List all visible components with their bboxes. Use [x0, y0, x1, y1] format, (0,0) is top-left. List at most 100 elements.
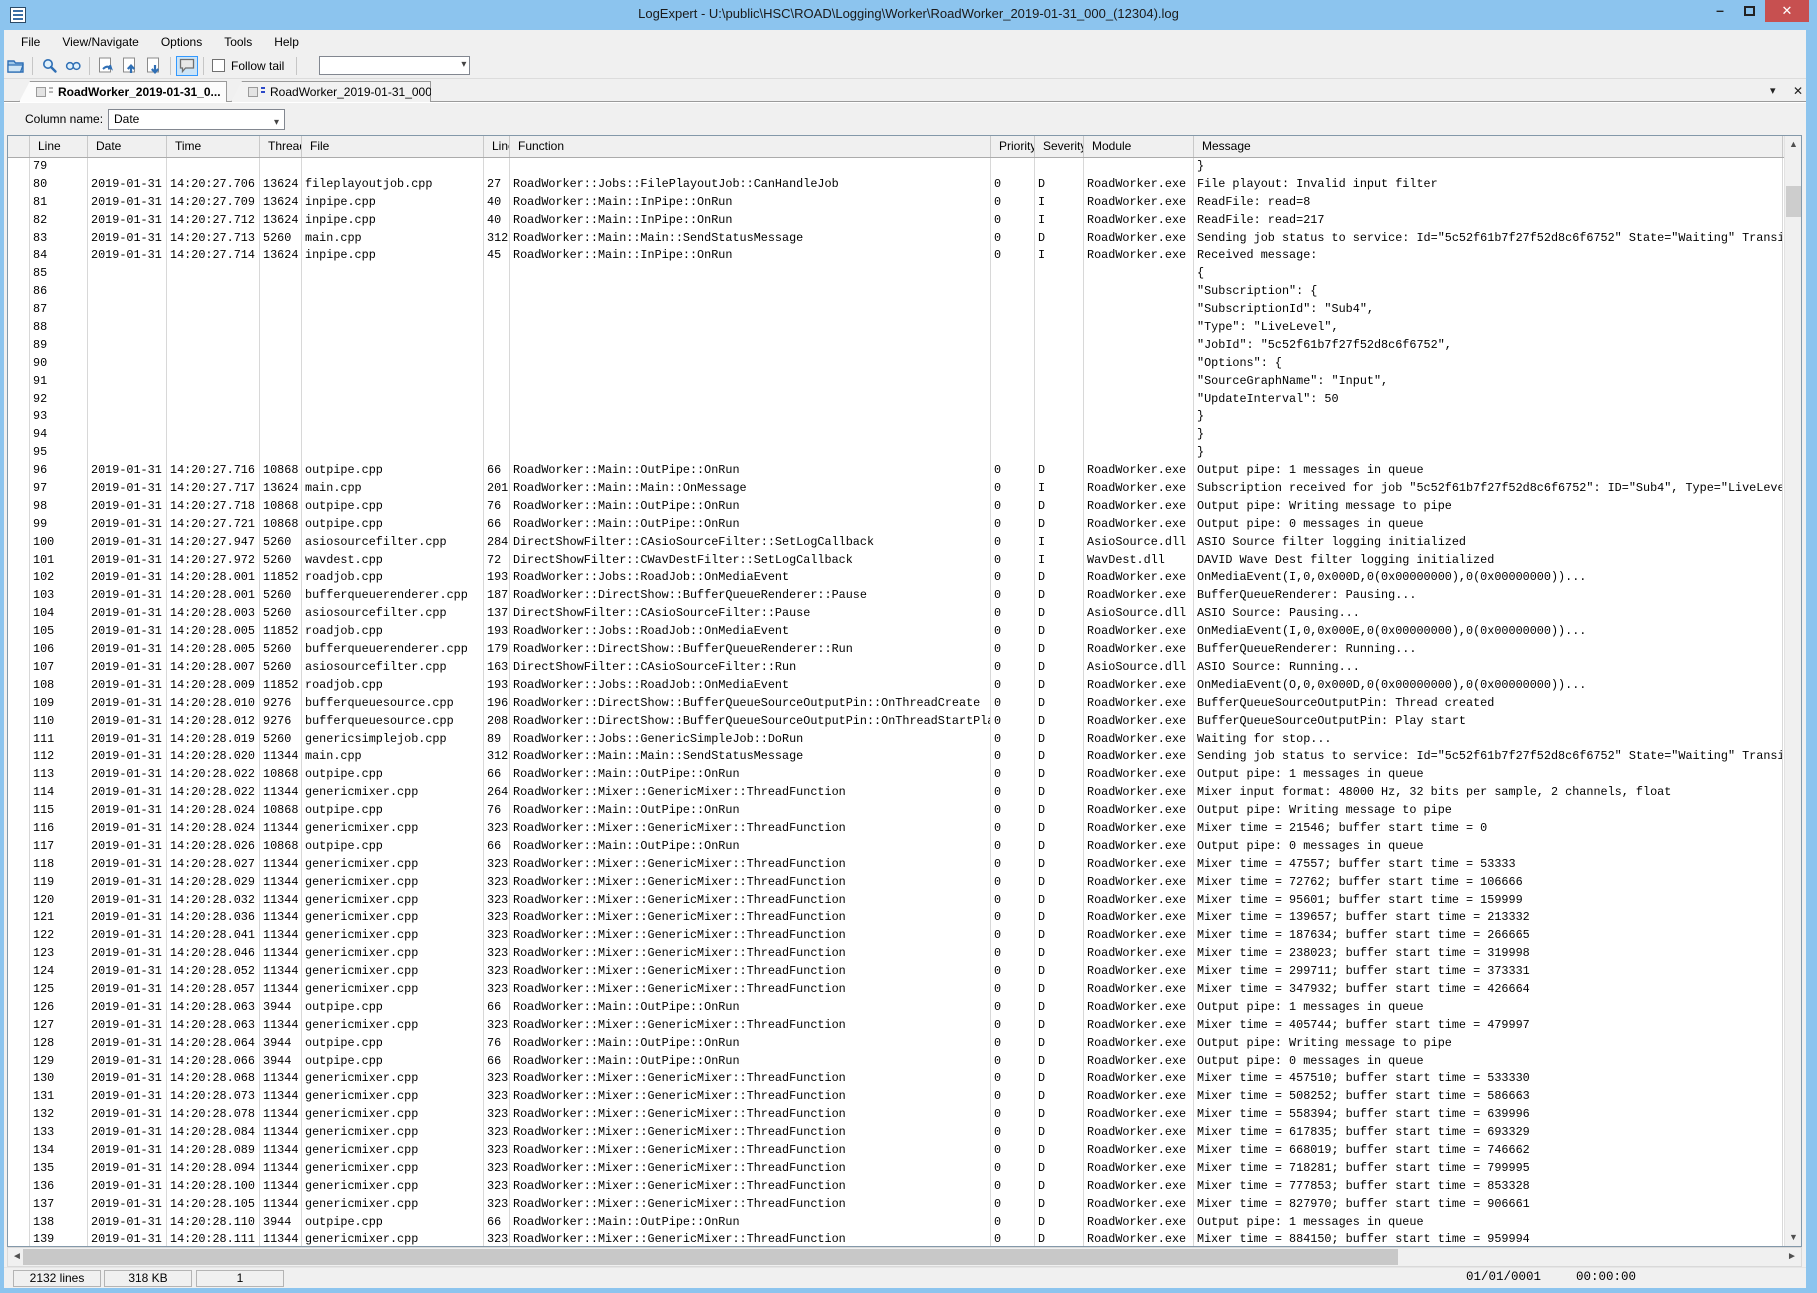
table-row[interactable]: 1212019-01-3114:20:28.03611344genericmix… [8, 909, 1784, 927]
table-row[interactable]: 1392019-01-3114:20:28.11111344genericmix… [8, 1231, 1784, 1246]
checkbox-icon[interactable] [212, 59, 225, 72]
table-row[interactable]: 95} [8, 444, 1784, 462]
vertical-scrollbar[interactable]: ▲ ▼ [1784, 136, 1801, 1246]
table-row[interactable]: 992019-01-3114:20:27.72110868outpipe.cpp… [8, 516, 1784, 534]
bookmark-next-icon[interactable] [95, 56, 117, 76]
table-row[interactable]: 1182019-01-3114:20:28.02711344genericmix… [8, 856, 1784, 874]
vertical-scroll-thumb[interactable] [1786, 186, 1801, 217]
table-row[interactable]: 1202019-01-3114:20:28.03211344genericmix… [8, 892, 1784, 910]
table-row[interactable]: 89"JobId": "5c52f61b7f27f52d8c6f6752", [8, 337, 1784, 355]
menu-tools[interactable]: Tools [213, 35, 263, 49]
table-row[interactable]: 85{ [8, 265, 1784, 283]
table-row[interactable]: 90"Options": { [8, 355, 1784, 373]
table-row[interactable]: 1302019-01-3114:20:28.06811344genericmix… [8, 1070, 1784, 1088]
table-row[interactable]: 812019-01-3114:20:27.70913624inpipe.cpp4… [8, 194, 1784, 212]
column-header-function[interactable]: Function [510, 136, 991, 158]
table-row[interactable]: 1372019-01-3114:20:28.10511344genericmix… [8, 1196, 1784, 1214]
table-row[interactable]: 91"SourceGraphName": "Input", [8, 373, 1784, 391]
table-row[interactable]: 962019-01-3114:20:27.71610868outpipe.cpp… [8, 462, 1784, 480]
column-header-line[interactable]: Line [30, 136, 88, 158]
table-row[interactable]: 1022019-01-3114:20:28.00111852roadjob.cp… [8, 569, 1784, 587]
table-row[interactable]: 94} [8, 426, 1784, 444]
scroll-right-icon[interactable]: ► [1783, 1248, 1801, 1266]
follow-tail-checkbox[interactable]: Follow tail [212, 59, 284, 73]
table-row[interactable]: 1332019-01-3114:20:28.08411344genericmix… [8, 1124, 1784, 1142]
table-row[interactable]: 1082019-01-3114:20:28.00911852roadjob.cp… [8, 677, 1784, 695]
table-row[interactable]: 1192019-01-3114:20:28.02911344genericmix… [8, 874, 1784, 892]
table-row[interactable]: 86"Subscription": { [8, 283, 1784, 301]
filter-combobox[interactable]: ▾ [319, 56, 470, 75]
table-row[interactable]: 1012019-01-3114:20:27.9725260wavdest.cpp… [8, 552, 1784, 570]
column-header-file[interactable]: File [302, 136, 484, 158]
table-row[interactable]: 1072019-01-3114:20:28.0075260asiosourcef… [8, 659, 1784, 677]
table-row[interactable]: 972019-01-3114:20:27.71713624main.cpp201… [8, 480, 1784, 498]
menu-file[interactable]: File [10, 35, 51, 49]
minimize-button[interactable]: – [1706, 0, 1734, 22]
table-row[interactable]: 1172019-01-3114:20:28.02610868outpipe.cp… [8, 838, 1784, 856]
table-row[interactable]: 88"Type": "LiveLevel", [8, 319, 1784, 337]
table-row[interactable]: 79} [8, 158, 1784, 176]
table-row[interactable]: 1142019-01-3114:20:28.02211344genericmix… [8, 784, 1784, 802]
table-row[interactable]: 1042019-01-3114:20:28.0035260asiosourcef… [8, 605, 1784, 623]
column-name-select[interactable]: Date ▾ [108, 109, 285, 130]
table-row[interactable]: 1322019-01-3114:20:28.07811344genericmix… [8, 1106, 1784, 1124]
search-icon[interactable] [38, 56, 60, 76]
table-row[interactable]: 1352019-01-3114:20:28.09411344genericmix… [8, 1160, 1784, 1178]
column-header-module[interactable]: Module [1084, 136, 1194, 158]
table-row[interactable]: 1112019-01-3114:20:28.0195260genericsimp… [8, 731, 1784, 749]
table-row[interactable]: 822019-01-3114:20:27.71213624inpipe.cpp4… [8, 212, 1784, 230]
tab-roadworker-log-1[interactable]: RoadWorker_2019-01-31_0... [19, 81, 227, 102]
column-header-line[interactable]: Line [484, 136, 510, 158]
column-header-severity[interactable]: Severity [1035, 136, 1084, 158]
table-row[interactable]: 1342019-01-3114:20:28.08911344genericmix… [8, 1142, 1784, 1160]
table-row[interactable]: 832019-01-3114:20:27.7135260main.cpp312R… [8, 230, 1784, 248]
table-row[interactable]: 93} [8, 408, 1784, 426]
column-header-priority[interactable]: Priority [991, 136, 1035, 158]
scroll-up-icon[interactable]: ▲ [1785, 136, 1802, 153]
column-header-message[interactable]: Message [1194, 136, 1783, 158]
table-row[interactable]: 1032019-01-3114:20:28.0015260bufferqueue… [8, 587, 1784, 605]
menu-options[interactable]: Options [150, 35, 213, 49]
table-row[interactable]: 1102019-01-3114:20:28.0129276bufferqueue… [8, 713, 1784, 731]
table-row[interactable]: 1362019-01-3114:20:28.10011344genericmix… [8, 1178, 1784, 1196]
table-row[interactable]: 1252019-01-3114:20:28.05711344genericmix… [8, 981, 1784, 999]
table-row[interactable]: 1242019-01-3114:20:28.05211344genericmix… [8, 963, 1784, 981]
column-header-date[interactable]: Date [88, 136, 167, 158]
chevron-down-icon[interactable]: ▾ [274, 113, 279, 132]
column-header-time[interactable]: Time [167, 136, 260, 158]
table-row[interactable]: 1312019-01-3114:20:28.07311344genericmix… [8, 1088, 1784, 1106]
tab-close-icon[interactable]: ✕ [1793, 84, 1803, 98]
table-row[interactable]: 1062019-01-3114:20:28.0055260bufferqueue… [8, 641, 1784, 659]
maximize-button[interactable] [1736, 0, 1762, 22]
table-row[interactable]: 1232019-01-3114:20:28.04611344genericmix… [8, 945, 1784, 963]
table-row[interactable]: 1152019-01-3114:20:28.02410868outpipe.cp… [8, 802, 1784, 820]
open-file-icon[interactable] [5, 56, 27, 76]
menu-help[interactable]: Help [263, 35, 310, 49]
bookmark-up-icon[interactable] [119, 56, 141, 76]
title-bar[interactable]: LogExpert - U:\public\HSC\ROAD\Logging\W… [0, 0, 1817, 30]
close-button[interactable]: ✕ [1765, 0, 1809, 22]
comment-bookmark-icon[interactable] [176, 56, 198, 76]
table-row[interactable]: 1262019-01-3114:20:28.0633944outpipe.cpp… [8, 999, 1784, 1017]
table-row[interactable]: 1272019-01-3114:20:28.06311344genericmix… [8, 1017, 1784, 1035]
horizontal-scroll-thumb[interactable] [23, 1249, 1398, 1265]
table-row[interactable]: 1132019-01-3114:20:28.02210868outpipe.cp… [8, 766, 1784, 784]
scroll-down-icon[interactable]: ▼ [1785, 1229, 1802, 1246]
tab-overflow-icon[interactable]: ▾ [1770, 84, 1776, 97]
search-document-icon[interactable] [62, 56, 84, 76]
table-row[interactable]: 1052019-01-3114:20:28.00511852roadjob.cp… [8, 623, 1784, 641]
table-row[interactable]: 842019-01-3114:20:27.71413624inpipe.cpp4… [8, 247, 1784, 265]
table-row[interactable]: 802019-01-3114:20:27.70613624fileplayout… [8, 176, 1784, 194]
table-row[interactable]: 92"UpdateInterval": 50 [8, 391, 1784, 409]
table-row[interactable]: 1092019-01-3114:20:28.0109276bufferqueue… [8, 695, 1784, 713]
column-header-thread[interactable]: Thread [260, 136, 302, 158]
tab-roadworker-log-2[interactable]: RoadWorker_2019-01-31_000_... [231, 81, 431, 102]
table-row[interactable]: 1002019-01-3114:20:27.9475260asiosourcef… [8, 534, 1784, 552]
table-row[interactable]: 1282019-01-3114:20:28.0643944outpipe.cpp… [8, 1035, 1784, 1053]
bookmark-down-icon[interactable] [143, 56, 165, 76]
table-row[interactable]: 1292019-01-3114:20:28.0663944outpipe.cpp… [8, 1053, 1784, 1071]
column-header-margin[interactable] [8, 136, 30, 158]
table-row[interactable]: 1382019-01-3114:20:28.1103944outpipe.cpp… [8, 1214, 1784, 1232]
table-row[interactable]: 1222019-01-3114:20:28.04111344genericmix… [8, 927, 1784, 945]
menu-view-navigate[interactable]: View/Navigate [51, 35, 150, 49]
